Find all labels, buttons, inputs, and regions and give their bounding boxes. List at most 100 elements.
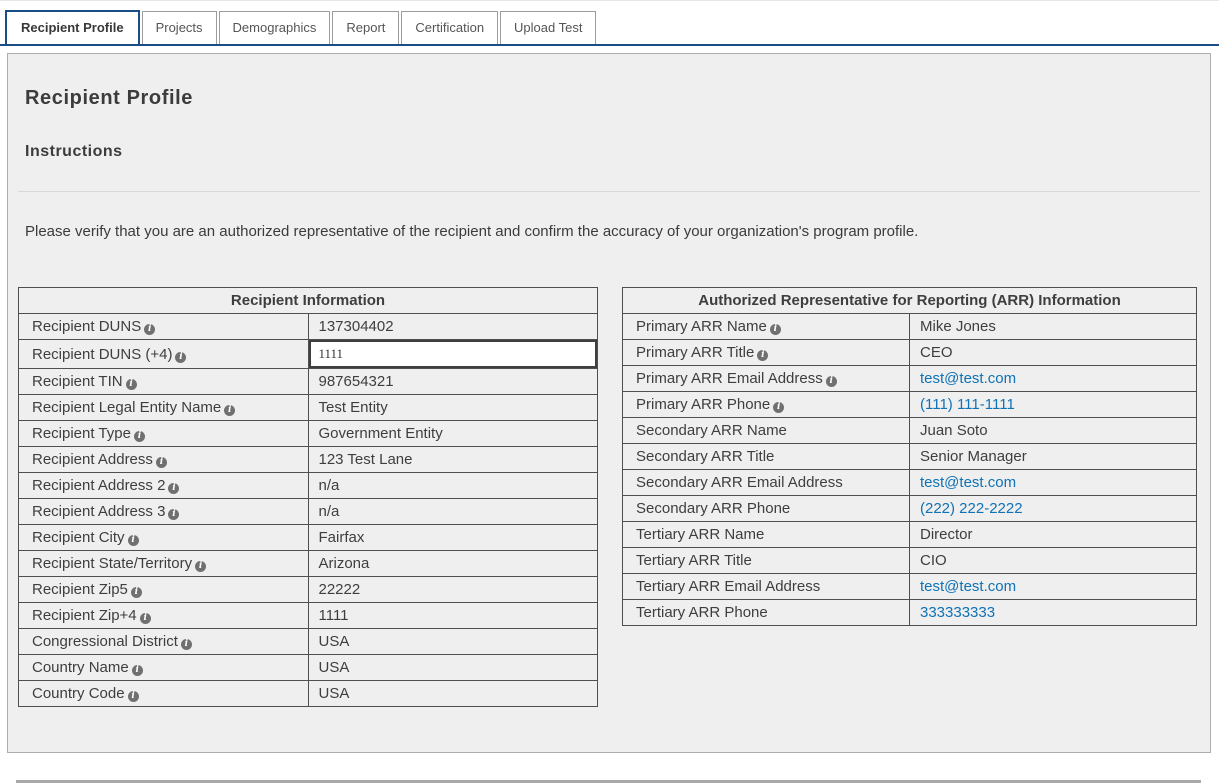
- row-value: test@test.com: [910, 366, 1197, 392]
- table-row: Recipient DUNS (+4)i: [19, 340, 598, 369]
- tab-upload-test[interactable]: Upload Test: [500, 11, 596, 44]
- table-row: Congressional DistrictiUSA: [19, 629, 598, 655]
- info-icon[interactable]: i: [195, 561, 206, 572]
- row-label: Recipient TINi: [19, 369, 309, 395]
- row-label-text: Recipient Address 2: [32, 477, 165, 494]
- row-value: USA: [308, 629, 598, 655]
- row-value: test@test.com: [910, 470, 1197, 496]
- row-label: Tertiary ARR Phone: [623, 600, 910, 626]
- row-value: Arizona: [308, 551, 598, 577]
- table-row: Country CodeiUSA: [19, 681, 598, 707]
- row-value: 123 Test Lane: [308, 447, 598, 473]
- info-icon[interactable]: i: [168, 509, 179, 520]
- row-label-text: Country Code: [32, 685, 125, 702]
- info-icon[interactable]: i: [181, 639, 192, 650]
- tab-report[interactable]: Report: [332, 11, 399, 44]
- row-label: Recipient Addressi: [19, 447, 309, 473]
- row-label: Primary ARR Namei: [623, 314, 910, 340]
- tab-demographics[interactable]: Demographics: [219, 11, 331, 44]
- row-value: 137304402: [308, 314, 598, 340]
- info-icon[interactable]: i: [140, 613, 151, 624]
- table-row: Tertiary ARR Title CIO: [623, 548, 1197, 574]
- row-label-text: Recipient Zip5: [32, 581, 128, 598]
- row-label-text: Tertiary ARR Title: [636, 552, 752, 569]
- row-label: Recipient DUNSi: [19, 314, 309, 340]
- table-title: Recipient Information: [19, 288, 598, 314]
- recipient-duns-plus4-input[interactable]: [309, 340, 598, 368]
- value-link[interactable]: 333333333: [920, 604, 995, 621]
- row-label-text: Recipient Zip+4: [32, 607, 137, 624]
- table-row: Recipient CityiFairfax: [19, 525, 598, 551]
- section-divider: [18, 191, 1200, 192]
- row-label-text: Recipient Address: [32, 451, 153, 468]
- row-label: Recipient Cityi: [19, 525, 309, 551]
- table-row: Recipient TypeiGovernment Entity: [19, 421, 598, 447]
- content-panel: Recipient Profile Instructions Please ve…: [7, 53, 1211, 753]
- value-link[interactable]: test@test.com: [920, 370, 1016, 387]
- info-icon[interactable]: i: [224, 405, 235, 416]
- value-link[interactable]: (222) 222-2222: [920, 500, 1023, 517]
- info-icon[interactable]: i: [144, 324, 155, 335]
- row-label: Primary ARR Titlei: [623, 340, 910, 366]
- row-value: (111) 111-1111: [910, 392, 1197, 418]
- row-label: Recipient Typei: [19, 421, 309, 447]
- table-row: Secondary ARR NameJuan Soto: [623, 418, 1197, 444]
- info-icon[interactable]: i: [128, 691, 139, 702]
- row-label-text: Tertiary ARR Name: [636, 526, 764, 543]
- row-label: Country Namei: [19, 655, 309, 681]
- row-label: Tertiary ARR Name: [623, 522, 910, 548]
- row-label-text: Recipient Legal Entity Name: [32, 399, 221, 416]
- value-link[interactable]: test@test.com: [920, 474, 1016, 491]
- value-link[interactable]: (111) 111-1111: [920, 396, 1015, 413]
- info-icon[interactable]: i: [131, 587, 142, 598]
- row-label-text: Country Name: [32, 659, 129, 676]
- row-label-text: Recipient TIN: [32, 373, 123, 390]
- row-label: Secondary ARR Email Address: [623, 470, 910, 496]
- row-value: [308, 340, 598, 369]
- tab-bar-wrapper: Recipient ProfileProjectsDemographicsRep…: [0, 0, 1219, 46]
- row-label: Recipient Address 3i: [19, 499, 309, 525]
- table-row: Recipient Address 2i n/a: [19, 473, 598, 499]
- row-label: Primary ARR Email Addressi: [623, 366, 910, 392]
- info-icon[interactable]: i: [826, 376, 837, 387]
- table-row: Recipient DUNSi137304402: [19, 314, 598, 340]
- info-icon[interactable]: i: [128, 535, 139, 546]
- info-icon[interactable]: i: [168, 483, 179, 494]
- row-value: Mike Jones: [910, 314, 1197, 340]
- row-label-text: Tertiary ARR Phone: [636, 604, 768, 621]
- tab-certification[interactable]: Certification: [401, 11, 498, 44]
- row-value: Director: [910, 522, 1197, 548]
- row-label-text: Secondary ARR Phone: [636, 500, 790, 517]
- table-row: Secondary ARR Email Address test@test.com: [623, 470, 1197, 496]
- table-row: Tertiary ARR Name Director: [623, 522, 1197, 548]
- info-icon[interactable]: i: [134, 431, 145, 442]
- table-title: Authorized Representative for Reporting …: [623, 288, 1197, 314]
- table-row: Secondary ARR Phone (222) 222-2222: [623, 496, 1197, 522]
- info-icon[interactable]: i: [770, 324, 781, 335]
- row-label-text: Secondary ARR Title: [636, 448, 774, 465]
- row-label-text: Recipient DUNS (+4): [32, 346, 172, 363]
- row-value: n/a: [308, 473, 598, 499]
- table-row: Recipient Zip5i22222: [19, 577, 598, 603]
- table-row: Tertiary ARR Phone 333333333: [623, 600, 1197, 626]
- row-label: Recipient State/Territoryi: [19, 551, 309, 577]
- row-value: CIO: [910, 548, 1197, 574]
- table-row: Recipient Zip+4i1111: [19, 603, 598, 629]
- tab-recipient-profile[interactable]: Recipient Profile: [5, 10, 140, 44]
- info-icon[interactable]: i: [132, 665, 143, 676]
- table-row: Recipient Address 3in/a: [19, 499, 598, 525]
- row-value: n/a: [308, 499, 598, 525]
- tables-container: Recipient InformationRecipient DUNSi1373…: [18, 287, 1200, 707]
- recipient-information-table: Recipient InformationRecipient DUNSi1373…: [18, 287, 598, 707]
- info-icon[interactable]: i: [773, 402, 784, 413]
- tab-bar: Recipient ProfileProjectsDemographicsRep…: [0, 1, 1219, 46]
- value-link[interactable]: test@test.com: [920, 578, 1016, 595]
- row-value: 987654321: [308, 369, 598, 395]
- info-icon[interactable]: i: [175, 352, 186, 363]
- row-label-text: Secondary ARR Name: [636, 422, 787, 439]
- tab-projects[interactable]: Projects: [142, 11, 217, 44]
- info-icon[interactable]: i: [757, 350, 768, 361]
- info-icon[interactable]: i: [156, 457, 167, 468]
- info-icon[interactable]: i: [126, 379, 137, 390]
- row-label: Congressional Districti: [19, 629, 309, 655]
